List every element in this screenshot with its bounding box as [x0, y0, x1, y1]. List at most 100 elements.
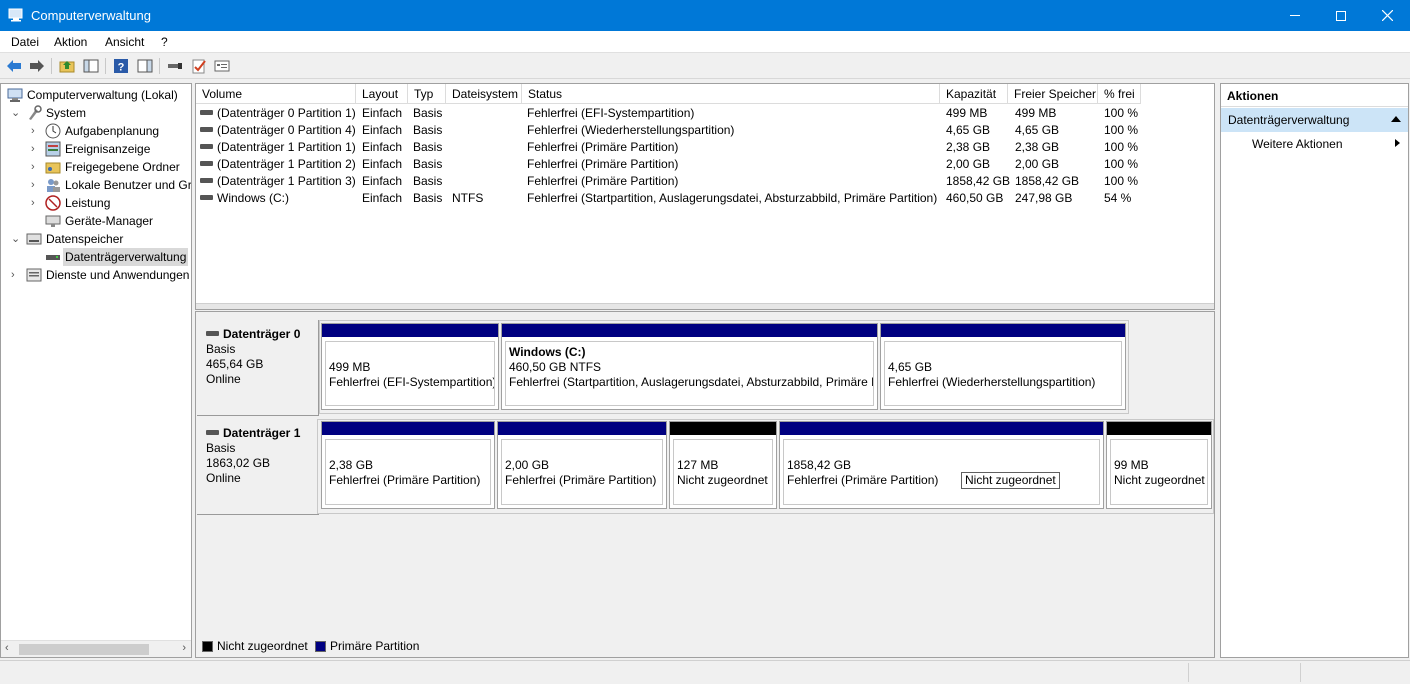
column-header-status[interactable]: Status [522, 84, 940, 104]
maximize-button[interactable] [1318, 0, 1364, 31]
collapse-triangle-icon[interactable] [1391, 116, 1401, 122]
chevron-right-icon[interactable]: › [31, 176, 41, 194]
chevron-right-icon[interactable]: › [31, 122, 41, 140]
maximize-icon [1336, 10, 1346, 21]
partition-disk1-1[interactable]: 2,38 GB Fehlerfrei (Primäre Partition) [321, 421, 495, 509]
chevron-down-icon[interactable]: ⌄ [11, 104, 21, 122]
chevron-right-icon[interactable]: › [31, 194, 41, 212]
prozent-cell: 100 % [1104, 106, 1139, 120]
back-button[interactable] [5, 57, 23, 75]
disk-name: Datenträger 1 [223, 426, 301, 440]
partition-status: Fehlerfrei (Startpartition, Auslagerungs… [509, 375, 874, 389]
console-list-button[interactable] [213, 57, 231, 75]
column-header-layout[interactable]: Layout [356, 84, 408, 104]
menu-help[interactable]: ? [161, 35, 168, 49]
column-header-volume[interactable]: Volume [196, 84, 356, 104]
volume-list: Volume Layout Typ Dateisystem Status Kap… [195, 83, 1215, 310]
disk-icon [206, 331, 219, 337]
partition-bar [670, 422, 776, 435]
chevron-right-icon[interactable]: › [11, 266, 21, 284]
kapazitaet-cell: 1858,42 GB [946, 174, 1011, 188]
close-button[interactable] [1364, 0, 1410, 31]
status-segment [1300, 663, 1301, 682]
disk-0-label[interactable]: Datenträger 0 Basis 465,64 GB Online [197, 320, 319, 416]
storage-icon [26, 233, 42, 245]
volume-row[interactable]: (Datenträger 1 Partition 2) Einfach Basi… [196, 156, 1214, 173]
layout-cell: Einfach [362, 123, 403, 137]
chevron-right-icon[interactable]: › [31, 140, 41, 158]
event-viewer-icon [45, 141, 61, 157]
partition-unallocated-99mb[interactable]: 99 MB Nicht zugeordnet [1106, 421, 1212, 509]
partition-bar [1107, 422, 1211, 435]
partition-body: 4,65 GB Fehlerfrei (Wiederherstellungspa… [884, 341, 1122, 406]
column-header-freier-speicher[interactable]: Freier Speicher [1008, 84, 1098, 104]
partition-disk1-2[interactable]: 2,00 GB Fehlerfrei (Primäre Partition) [497, 421, 667, 509]
column-header-dateisystem[interactable]: Dateisystem [446, 84, 522, 104]
frei-cell: 2,38 GB [1015, 140, 1060, 154]
splitter[interactable] [196, 303, 1214, 309]
partition-efi[interactable]: 499 MB Fehlerfrei (EFI-Systempartition) [321, 323, 499, 410]
partition-disk1-3[interactable]: 1858,42 GB Fehlerfrei (Primäre Partition… [779, 421, 1104, 509]
volume-row[interactable]: (Datenträger 1 Partition 3) Einfach Basi… [196, 173, 1214, 190]
status-segment [1188, 663, 1189, 682]
tree-horizontal-scrollbar[interactable]: ‹ › [1, 640, 191, 657]
frei-cell: 499 MB [1015, 106, 1057, 120]
scroll-right-icon[interactable]: › [182, 642, 186, 654]
volume-name: Windows (C:) [217, 191, 290, 205]
volume-row[interactable]: (Datenträger 1 Partition 1) Einfach Basi… [196, 139, 1214, 156]
partition-recovery[interactable]: 4,65 GB Fehlerfrei (Wiederherstellungspa… [880, 323, 1126, 410]
volume-row[interactable]: (Datenträger 0 Partition 4) Einfach Basi… [196, 122, 1214, 139]
partition-body: Windows (C:) 460,50 GB NTFS Fehlerfrei (… [505, 341, 874, 406]
legend-label-primary: Primäre Partition [330, 639, 420, 653]
partition-body: 499 MB Fehlerfrei (EFI-Systempartition) [325, 341, 495, 406]
actions-section-datentraegerverwaltung[interactable]: Datenträgerverwaltung [1221, 108, 1408, 132]
tree-label: Dienste und Anwendungen [46, 268, 190, 282]
scrollbar-thumb[interactable] [19, 644, 149, 655]
svg-text:?: ? [118, 62, 125, 74]
frei-cell: 2,00 GB [1015, 157, 1060, 171]
menu-datei[interactable]: Datei [11, 35, 39, 49]
partition-unallocated-127mb[interactable]: 127 MB Nicht zugeordnet [669, 421, 777, 509]
volume-cell: (Datenträger 1 Partition 1) [200, 139, 356, 156]
computer-management-icon [7, 88, 23, 102]
shared-folder-icon [45, 162, 61, 174]
weitere-aktionen-item[interactable]: Weitere Aktionen [1252, 137, 1343, 151]
volume-row[interactable]: Windows (C:) Einfach Basis NTFS Fehlerfr… [196, 190, 1214, 207]
minimize-button[interactable] [1272, 0, 1318, 31]
column-header-typ[interactable]: Typ [408, 84, 446, 104]
column-header-kapazitaet[interactable]: Kapazität [940, 84, 1008, 104]
properties-button[interactable] [190, 57, 208, 75]
connect-button[interactable] [166, 57, 184, 75]
chevron-right-icon[interactable]: › [31, 158, 41, 176]
disk-state: Online [206, 471, 241, 485]
toolbar: ? [0, 53, 1410, 79]
column-header-prozent-frei[interactable]: % frei [1098, 84, 1141, 104]
chevron-down-icon[interactable]: ⌄ [11, 230, 21, 248]
help-button[interactable]: ? [112, 57, 130, 75]
disk-1-label[interactable]: Datenträger 1 Basis 1863,02 GB Online [197, 419, 319, 515]
partition-bar [322, 422, 494, 435]
status-cell: Fehlerfrei (Primäre Partition) [527, 140, 679, 154]
show-hide-tree-icon [83, 59, 99, 73]
legend-swatch-unallocated [202, 641, 213, 652]
show-hide-tree-button[interactable] [82, 57, 100, 75]
volume-row[interactable]: (Datenträger 0 Partition 1) Einfach Basi… [196, 105, 1214, 122]
disk-icon [206, 430, 219, 436]
partition-bar [881, 324, 1125, 337]
scroll-left-icon[interactable]: ‹ [5, 642, 9, 654]
show-hide-action-pane-button[interactable] [136, 57, 154, 75]
menu-ansicht[interactable]: Ansicht [105, 35, 144, 49]
partition-windows-c[interactable]: Windows (C:) 460,50 GB NTFS Fehlerfrei (… [501, 323, 878, 410]
disk-type: Basis [206, 441, 236, 455]
up-button[interactable] [58, 57, 76, 75]
typ-cell: Basis [413, 140, 443, 154]
kapazitaet-cell: 2,38 GB [946, 140, 991, 154]
partition-size: 460,50 GB NTFS [509, 360, 602, 374]
forward-button[interactable] [28, 57, 46, 75]
partition-status: Nicht zugeordnet [677, 473, 768, 487]
status-cell: Fehlerfrei (Primäre Partition) [527, 157, 679, 171]
volume-cell: (Datenträger 1 Partition 2) [200, 156, 356, 173]
kapazitaet-cell: 4,65 GB [946, 123, 991, 137]
menu-aktion[interactable]: Aktion [54, 35, 87, 49]
volume-cell: (Datenträger 0 Partition 4) [200, 122, 356, 139]
